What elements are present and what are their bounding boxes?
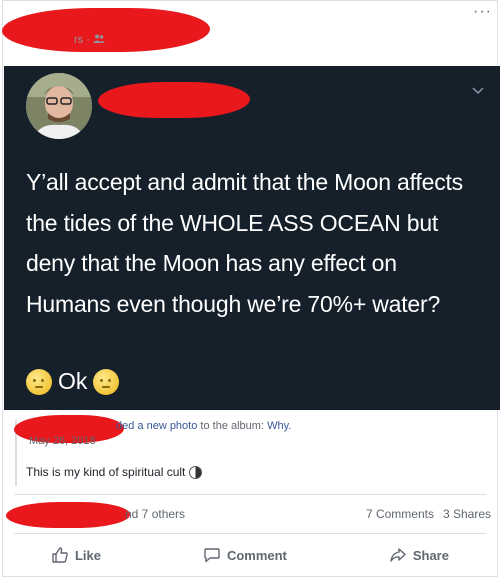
reactions-summary[interactable]: nd 7 others xyxy=(125,507,185,521)
tweet-screenshot[interactable]: Y’all accept and admit that the Moon aff… xyxy=(4,66,500,410)
chevron-down-icon[interactable] xyxy=(472,82,484,100)
comments-count[interactable]: 7 Comments xyxy=(366,507,434,521)
speech-bubble-icon xyxy=(203,546,221,564)
shared-action-text: ded a new photo xyxy=(116,420,198,432)
redacted-tweet-author xyxy=(98,82,250,118)
post-meta: rs · xyxy=(74,34,105,46)
tweet-ok-text: Ok xyxy=(58,368,88,394)
share-label: Share xyxy=(412,547,449,563)
comment-label: Comment xyxy=(226,547,287,563)
post-options-button[interactable]: ··· xyxy=(473,4,492,20)
album-link[interactable]: Why. xyxy=(267,420,291,432)
tweet-text: Y’all accept and admit that the Moon aff… xyxy=(26,169,463,317)
like-button[interactable]: Like xyxy=(51,546,101,564)
post-timestamp[interactable]: rs · xyxy=(74,34,90,46)
moon-phase-emoji-icon xyxy=(189,465,203,479)
shared-attribution: ded a new photo to the album: Why. xyxy=(116,420,291,432)
tweet-ok-line: Ok xyxy=(26,368,120,395)
thumbs-up-icon xyxy=(51,546,69,564)
redacted-reactors xyxy=(6,502,130,528)
shares-count[interactable]: 3 Shares xyxy=(443,507,491,521)
audience-friends-icon[interactable] xyxy=(92,34,105,46)
album-prefix: to the album: xyxy=(197,420,268,432)
comment-button[interactable]: Comment xyxy=(203,546,287,564)
share-arrow-icon xyxy=(389,546,407,564)
redacted-poster-name xyxy=(2,8,210,52)
divider xyxy=(14,494,486,495)
moon-face-emoji-icon xyxy=(93,368,120,395)
engagement-counts: 7 Comments 3 Shares xyxy=(366,507,491,521)
share-button[interactable]: Share xyxy=(389,546,449,564)
shared-caption: This is my kind of spiritual cult xyxy=(26,465,203,479)
caption-text: This is my kind of spiritual cult xyxy=(26,465,186,479)
like-label: Like xyxy=(74,547,101,563)
divider xyxy=(14,533,486,534)
moon-face-emoji-icon xyxy=(26,368,52,395)
post-actions-bar: Like Comment Share xyxy=(0,538,500,572)
avatar xyxy=(26,73,92,139)
shared-date[interactable]: May 26, 2018 xyxy=(29,435,96,447)
